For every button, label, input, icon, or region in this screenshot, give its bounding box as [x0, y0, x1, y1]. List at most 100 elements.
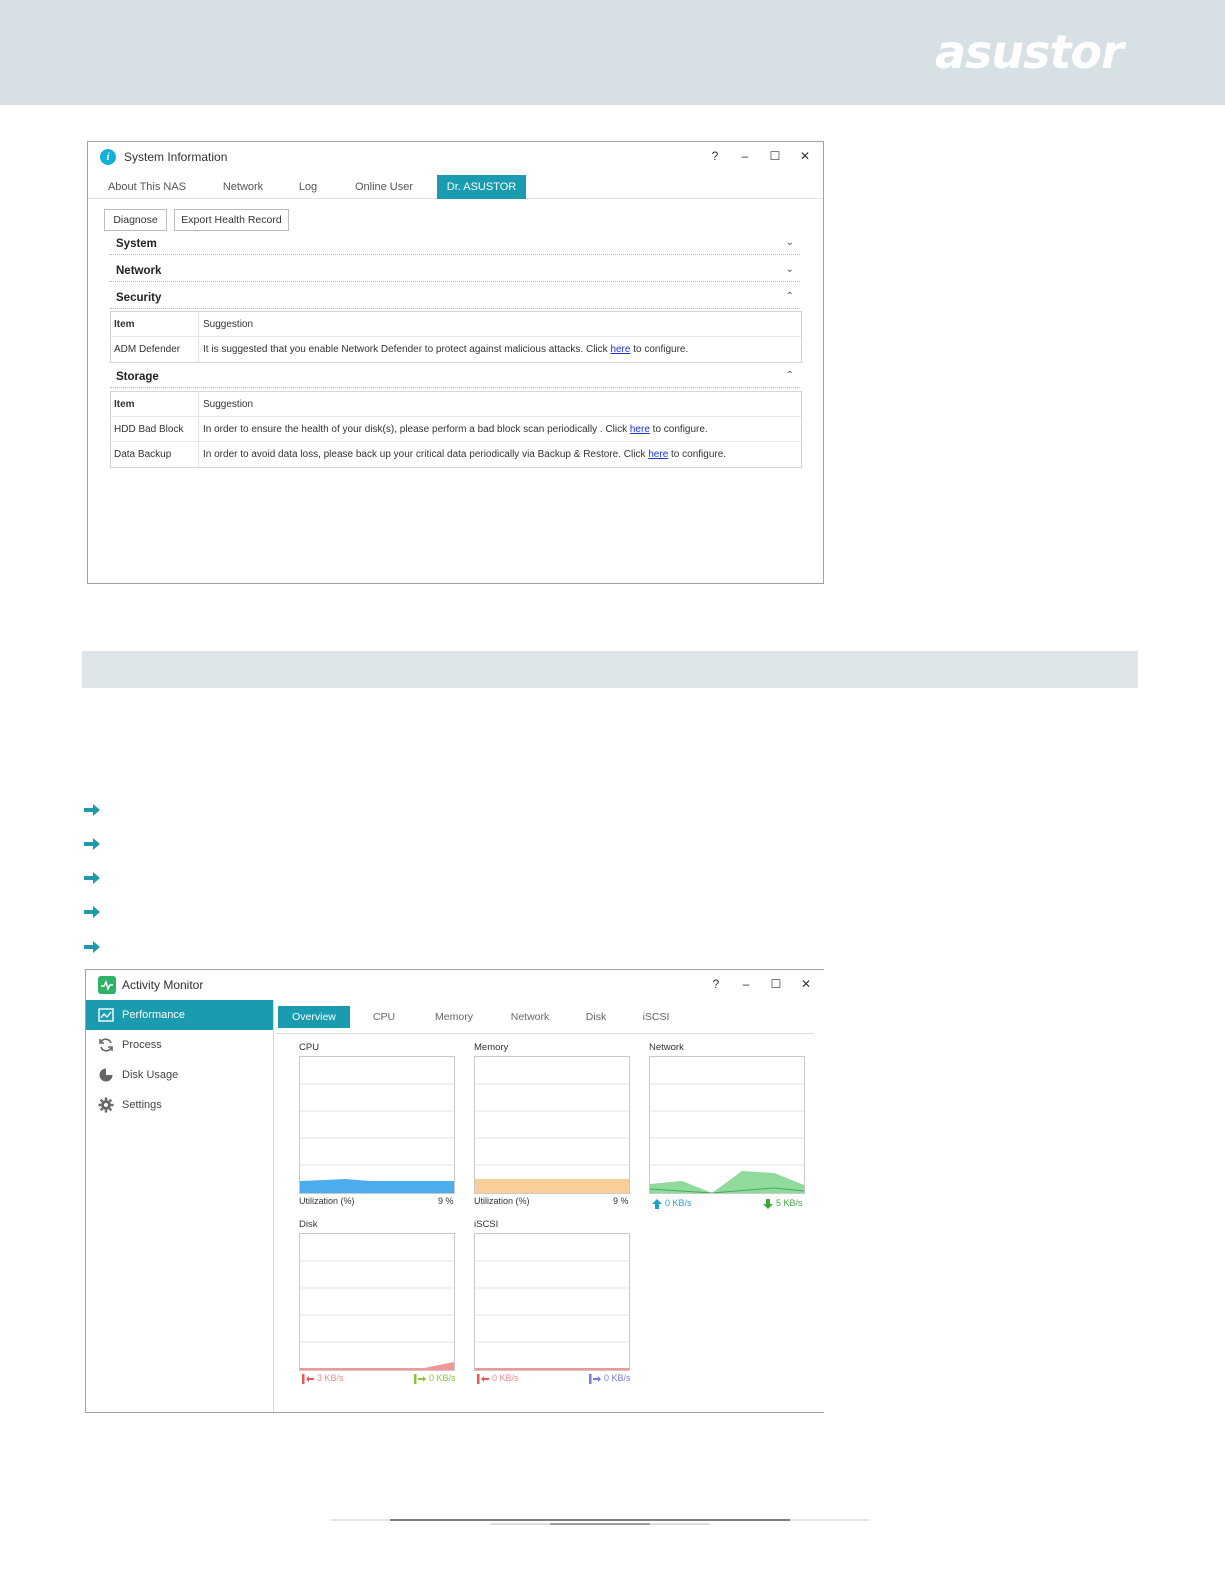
page-header: asustor — [0, 0, 1225, 105]
table-header-row: Item Suggestion — [111, 392, 801, 417]
tab-cpu[interactable]: CPU — [364, 1006, 404, 1028]
tab-about-this-nas[interactable]: About This NAS — [102, 175, 192, 199]
tab-online-user[interactable]: Online User — [346, 175, 422, 199]
table-row: HDD Bad Block In order to ensure the hea… — [111, 417, 801, 442]
row-suggestion: It is suggested that you enable Network … — [203, 337, 801, 362]
column-header-item: Item — [111, 312, 199, 336]
window-title: Activity Monitor — [122, 978, 204, 992]
sidebar: Performance Process Disk Usage Settings — [86, 1000, 274, 1412]
cpu-area — [300, 1179, 454, 1193]
tab-network[interactable]: Network — [502, 1006, 558, 1028]
section-title: Security — [116, 292, 162, 304]
tab-disk[interactable]: Disk — [578, 1006, 614, 1028]
row-item: Data Backup — [111, 442, 199, 467]
asustor-logo: asustor — [935, 28, 1128, 78]
row-item: HDD Bad Block — [111, 417, 199, 441]
arrow-right-icon — [84, 941, 100, 953]
disk-write-rate: 0 KB/s — [429, 1373, 456, 1383]
system-information-window: i System Information ? – ☐ ✕ About This … — [87, 141, 824, 584]
cpu-graph-plot — [300, 1083, 454, 1193]
sidebar-item-settings[interactable]: Settings — [86, 1090, 273, 1120]
iscsi-graph-plot — [475, 1260, 629, 1370]
configure-link[interactable]: here — [648, 449, 668, 460]
tab-dr-asustor[interactable]: Dr. ASUSTOR — [437, 175, 526, 199]
window-controls: ? – ☐ ✕ — [705, 147, 815, 165]
svg-text:asustor: asustor — [935, 28, 1127, 78]
suggestion-text: to configure. — [649, 424, 708, 435]
storage-table: Item Suggestion HDD Bad Block In order t… — [110, 391, 802, 468]
arrow-right-icon — [84, 906, 100, 918]
chevron-down-icon: ⌄ — [785, 264, 794, 275]
window-title: System Information — [124, 150, 228, 164]
network-download-rate: 5 KB/s — [776, 1198, 803, 1208]
suggestion-text: It is suggested that you enable Network … — [203, 344, 611, 355]
maximize-icon[interactable]: ☐ — [765, 147, 785, 165]
network-graph-plot — [650, 1083, 804, 1193]
pie-icon — [99, 1068, 113, 1082]
close-icon[interactable]: ✕ — [796, 975, 816, 993]
arrow-right-icon — [84, 872, 100, 884]
sidebar-item-label: Performance — [122, 1009, 185, 1021]
memory-graph — [474, 1056, 630, 1194]
disk-read-icon — [302, 1374, 314, 1384]
cpu-graph — [299, 1056, 455, 1194]
maximize-icon[interactable]: ☐ — [766, 975, 786, 993]
minimize-icon[interactable]: – — [736, 975, 756, 993]
activity-monitor-window: Activity Monitor ? – ☐ ✕ Performance Pro… — [85, 969, 824, 1413]
sidebar-item-performance[interactable]: Performance — [86, 1000, 273, 1030]
suggestion-text: In order to avoid data loss, please back… — [203, 449, 649, 460]
configure-link[interactable]: here — [630, 424, 650, 435]
cpu-panel-title: CPU — [299, 1042, 320, 1053]
close-icon[interactable]: ✕ — [795, 147, 815, 165]
help-icon[interactable]: ? — [705, 147, 725, 165]
iscsi-write-rate: 0 KB/s — [604, 1373, 631, 1383]
column-header-item: Item — [111, 392, 199, 416]
row-suggestion: In order to avoid data loss, please back… — [203, 442, 801, 467]
column-header-suggestion: Suggestion — [203, 399, 254, 410]
upload-arrow-icon — [652, 1199, 662, 1209]
disk-graph — [299, 1233, 455, 1371]
sidebar-item-label: Process — [122, 1039, 162, 1051]
network-graph — [649, 1056, 805, 1194]
tab-bar: Overview CPU Memory Network Disk iSCSI — [276, 1000, 814, 1034]
memory-panel-title: Memory — [474, 1042, 509, 1053]
disk-area — [300, 1362, 454, 1370]
chevron-up-icon: ⌃ — [785, 291, 794, 302]
window-titlebar: i System Information ? – ☐ ✕ — [88, 142, 823, 172]
suggestion-text: In order to ensure the health of your di… — [203, 424, 630, 435]
network-upload-rate: 0 KB/s — [665, 1198, 692, 1208]
iscsi-read-rate: 0 KB/s — [492, 1373, 519, 1383]
iscsi-write-icon — [589, 1374, 601, 1384]
iscsi-area — [475, 1368, 629, 1370]
iscsi-panel-title: iSCSI — [474, 1219, 499, 1230]
row-item: ADM Defender — [111, 337, 199, 362]
help-icon[interactable]: ? — [706, 975, 726, 993]
tab-network[interactable]: Network — [208, 175, 278, 199]
section-network[interactable]: Network ⌄ — [110, 262, 800, 282]
tab-bar: About This NAS Network Log Online User D… — [88, 175, 823, 199]
section-system[interactable]: System ⌄ — [110, 235, 800, 255]
section-storage[interactable]: Storage ⌃ — [110, 368, 800, 388]
tab-overview[interactable]: Overview — [278, 1006, 350, 1028]
table-row: ADM Defender It is suggested that you en… — [111, 337, 801, 362]
memory-area — [475, 1179, 629, 1193]
chart-icon — [98, 1008, 114, 1022]
iscsi-graph — [474, 1233, 630, 1371]
sidebar-item-process[interactable]: Process — [86, 1030, 273, 1060]
column-header-suggestion: Suggestion — [203, 319, 254, 330]
minimize-icon[interactable]: – — [735, 147, 755, 165]
tab-log[interactable]: Log — [288, 175, 328, 199]
configure-link[interactable]: here — [610, 344, 630, 355]
info-icon: i — [100, 149, 116, 165]
disk-panel-title: Disk — [299, 1219, 318, 1230]
tab-memory[interactable]: Memory — [426, 1006, 482, 1028]
section-band — [82, 651, 1138, 688]
diagnose-button[interactable]: Diagnose — [104, 209, 167, 231]
suggestion-text: to configure. — [630, 344, 689, 355]
export-health-record-button[interactable]: Export Health Record — [174, 209, 289, 231]
memory-stat-value: 9 % — [613, 1196, 629, 1206]
section-security[interactable]: Security ⌃ — [110, 289, 800, 309]
section-title: System — [116, 238, 157, 250]
tab-iscsi[interactable]: iSCSI — [636, 1006, 676, 1028]
sidebar-item-disk-usage[interactable]: Disk Usage — [86, 1060, 273, 1090]
